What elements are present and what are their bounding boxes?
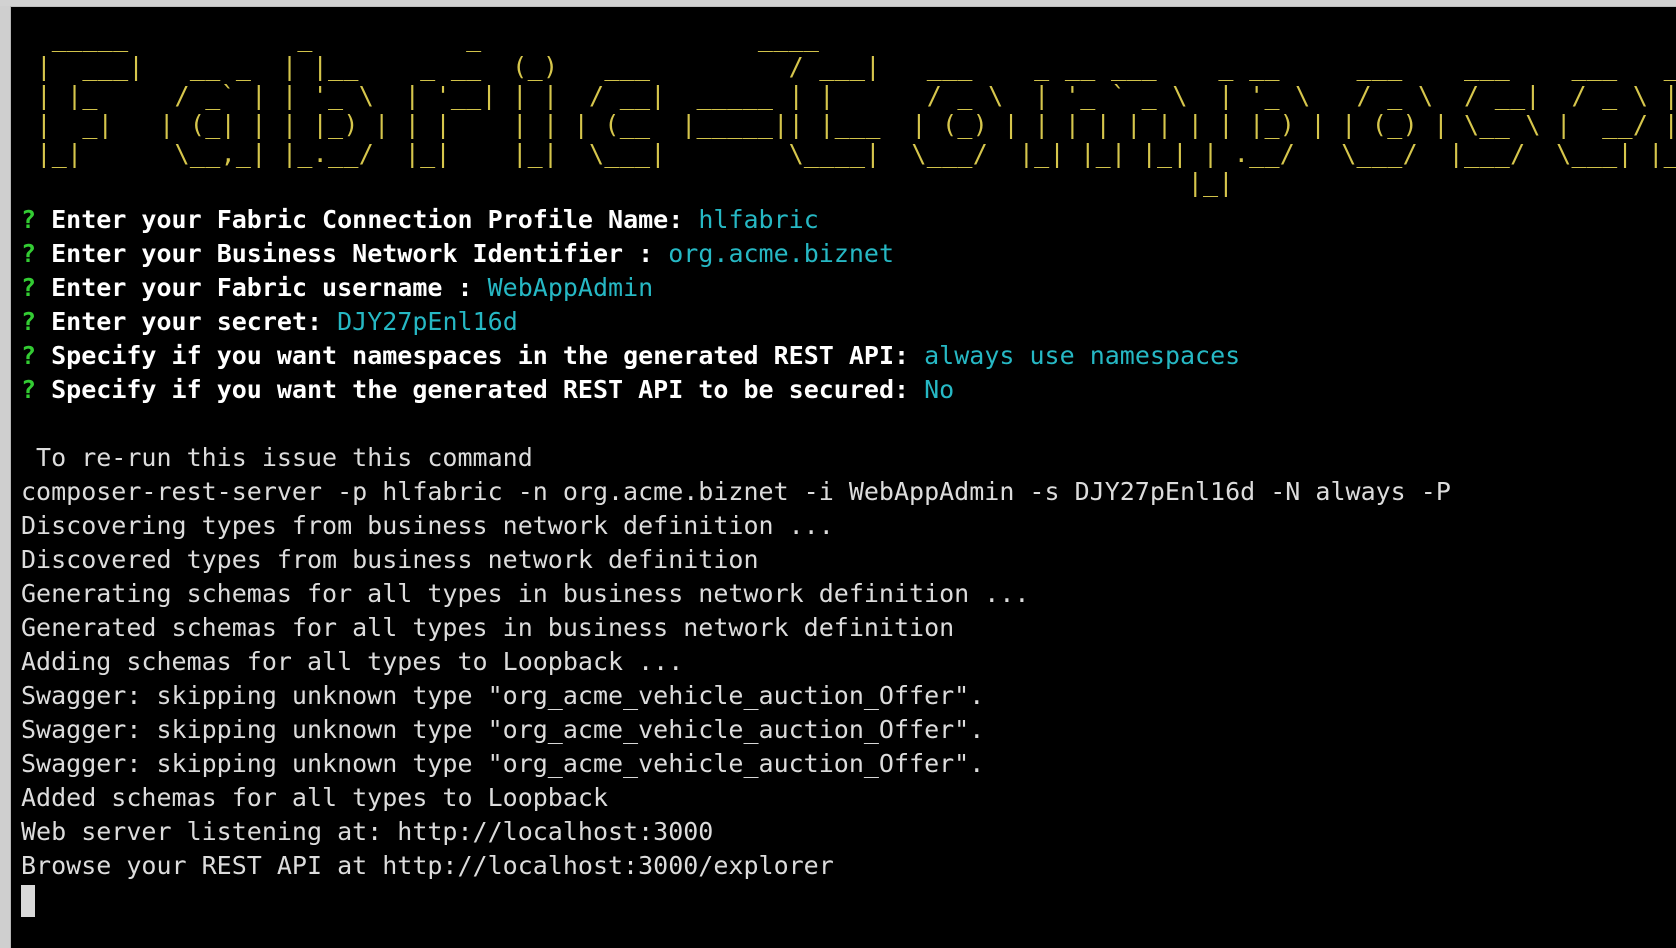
prompt-question: Enter your Fabric Connection Profile Nam… (51, 205, 684, 234)
question-mark-icon: ? (21, 375, 37, 404)
prompt-answer: hlfabric (698, 205, 819, 234)
prompt-question: Enter your secret: (51, 307, 323, 336)
prompt-line: ? Enter your Fabric username : WebAppAdm… (21, 271, 1666, 305)
question-mark-icon: ? (21, 341, 37, 370)
window-top-edge (0, 0, 1676, 7)
prompt-question: Enter your Fabric username : (51, 273, 473, 302)
output-line: Browse your REST API at http://localhost… (21, 851, 834, 880)
prompt-line: ? Enter your Business Network Identifier… (21, 237, 1666, 271)
question-mark-icon: ? (21, 239, 37, 268)
output-line: Added schemas for all types to Loopback (21, 783, 608, 812)
question-mark-icon: ? (21, 307, 37, 336)
question-mark-icon: ? (21, 273, 37, 302)
output-line: Adding schemas for all types to Loopback… (21, 647, 684, 676)
prompt-line: ? Enter your secret: DJY27pEnl16d (21, 305, 1666, 339)
output-line: To re-run this issue this command (21, 443, 533, 472)
terminal-lines: ? Enter your Fabric Connection Profile N… (21, 203, 1666, 917)
fabric-composer-ascii-banner: _____ _ _ ____ | ___| __ _ | |__ _ __ (_… (36, 23, 1676, 197)
prompt-answer: No (924, 375, 955, 404)
terminal-cursor (21, 885, 35, 917)
prompt-question: Specify if you want the generated REST A… (51, 375, 910, 404)
output-line: composer-rest-server -p hlfabric -n org.… (21, 477, 1451, 506)
question-mark-icon: ? (21, 205, 37, 234)
prompt-question: Specify if you want namespaces in the ge… (51, 341, 910, 370)
window-left-edge (0, 6, 11, 948)
prompt-answer: always use namespaces (924, 341, 1241, 370)
prompt-line: ? Specify if you want the generated REST… (21, 373, 1666, 407)
output-line: Discovering types from business network … (21, 511, 834, 540)
prompt-line: ? Specify if you want namespaces in the … (21, 339, 1666, 373)
output-line: Web server listening at: http://localhos… (21, 817, 714, 846)
prompt-answer: WebAppAdmin (487, 273, 654, 302)
terminal-window[interactable]: _____ _ _ ____ | ___| __ _ | |__ _ __ (_… (11, 7, 1676, 948)
prompt-question: Enter your Business Network Identifier : (51, 239, 654, 268)
output-line: Generating schemas for all types in busi… (21, 579, 1030, 608)
prompt-answer: org.acme.biznet (668, 239, 895, 268)
prompt-answer: DJY27pEnl16d (337, 307, 518, 336)
output-line: Swagger: skipping unknown type "org_acme… (21, 681, 985, 710)
prompt-line: ? Enter your Fabric Connection Profile N… (21, 203, 1666, 237)
input-line[interactable] (21, 883, 1666, 917)
output-line: Swagger: skipping unknown type "org_acme… (21, 749, 985, 778)
output-line: Generated schemas for all types in busin… (21, 613, 955, 642)
output-line: Discovered types from business network d… (21, 545, 759, 574)
window-frame: _____ _ _ ____ | ___| __ _ | |__ _ __ (_… (0, 0, 1676, 948)
output-line: Swagger: skipping unknown type "org_acme… (21, 715, 985, 744)
